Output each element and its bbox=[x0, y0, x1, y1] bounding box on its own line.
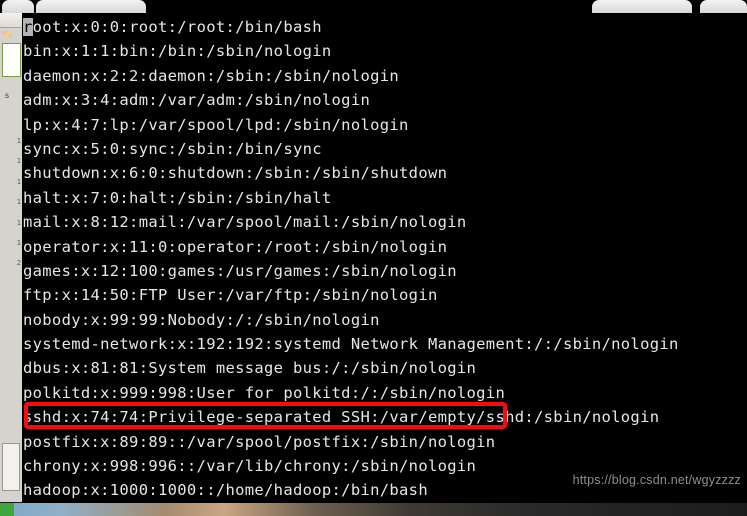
watermark-text: https://blog.csdn.net/wgyzzzz bbox=[572, 473, 741, 487]
terminal-line: dbus:x:81:81:System message bus:/:/sbin/… bbox=[23, 359, 477, 378]
terminal-line: sync:x:5:0:sync:/sbin:/bin/sync bbox=[23, 139, 322, 158]
terminal-line: polkitd:x:999:998:User for polkitd:/:/sb… bbox=[23, 383, 506, 402]
terminal-line-text: oot:x:0:0:root:/root:/bin/bash bbox=[32, 18, 322, 36]
background-window-sliver[interactable]: s 1 1 1 1 1 1 2 bbox=[0, 13, 23, 502]
terminal-line: mail:x:8:12:mail:/var/spool/mail:/sbin/n… bbox=[23, 213, 467, 232]
terminal-line: lp:x:4:7:lp:/var/spool/lpd:/sbin/nologin bbox=[23, 115, 409, 134]
terminal-line: halt:x:7:0:halt:/sbin:/sbin/halt bbox=[23, 188, 332, 207]
line-number: 1 bbox=[16, 239, 21, 248]
background-window-panel bbox=[2, 43, 21, 77]
line-number: 2 bbox=[16, 259, 21, 268]
terminal-line: games:x:12:100:games:/usr/games:/sbin/no… bbox=[23, 261, 457, 280]
line-number: 1 bbox=[16, 198, 21, 207]
background-window-toolbar bbox=[0, 13, 22, 28]
line-number: 1 bbox=[16, 177, 21, 186]
browser-tab-3[interactable] bbox=[592, 0, 692, 13]
terminal-line: adm:x:3:4:adm:/var/adm:/sbin/nologin bbox=[23, 91, 371, 110]
line-number: 1 bbox=[16, 157, 21, 166]
terminal-line: sshd:x:74:74:Privilege-separated SSH:/va… bbox=[23, 408, 660, 427]
terminal-line: nobody:x:99:99:Nobody:/:/sbin/nologin bbox=[23, 310, 380, 329]
vim-cursor: r bbox=[23, 18, 33, 36]
browser-tab-1[interactable] bbox=[2, 0, 34, 13]
terminal-line: shutdown:x:6:0:shutdown:/sbin:/sbin/shut… bbox=[23, 164, 448, 183]
desktop-taskbar-strip[interactable] bbox=[0, 503, 747, 516]
background-window-box bbox=[2, 443, 20, 491]
color-swatch-icon bbox=[3, 31, 12, 38]
terminal-line: daemon:x:2:2:daemon:/sbin:/sbin/nologin bbox=[23, 66, 400, 85]
terminal-line: root:x:0:0:root:/root:/bin/bash bbox=[22, 15, 747, 39]
terminal-line: postfix:x:89:89::/var/spool/postfix:/sbi… bbox=[23, 432, 496, 451]
background-window-line-numbers: 1 1 1 1 1 1 2 bbox=[1, 131, 21, 274]
terminal-line: operator:x:11:0:operator:/root:/sbin/nol… bbox=[23, 237, 448, 256]
browser-tab-2-active[interactable] bbox=[36, 0, 146, 13]
terminal-line: bin:x:1:1:bin:/bin:/sbin/nologin bbox=[23, 42, 332, 61]
background-window-letter: s bbox=[5, 91, 9, 100]
terminal-line: systemd-network:x:192:192:systemd Networ… bbox=[23, 335, 679, 354]
vim-editor-screen[interactable]: root:x:0:0:root:/root:/bin/bash bin:x:1:1… bbox=[22, 13, 747, 503]
line-number: 1 bbox=[16, 137, 21, 145]
terminal-window[interactable]: root:x:0:0:root:/root:/bin/bash bin:x:1:1… bbox=[22, 13, 747, 503]
browser-tab-4[interactable] bbox=[700, 0, 747, 13]
terminal-line: ftp:x:14:50:FTP User:/var/ftp:/sbin/nolo… bbox=[23, 286, 438, 305]
browser-tab-strip bbox=[0, 0, 747, 13]
start-button-icon[interactable] bbox=[0, 503, 14, 516]
line-number: 1 bbox=[16, 218, 21, 227]
